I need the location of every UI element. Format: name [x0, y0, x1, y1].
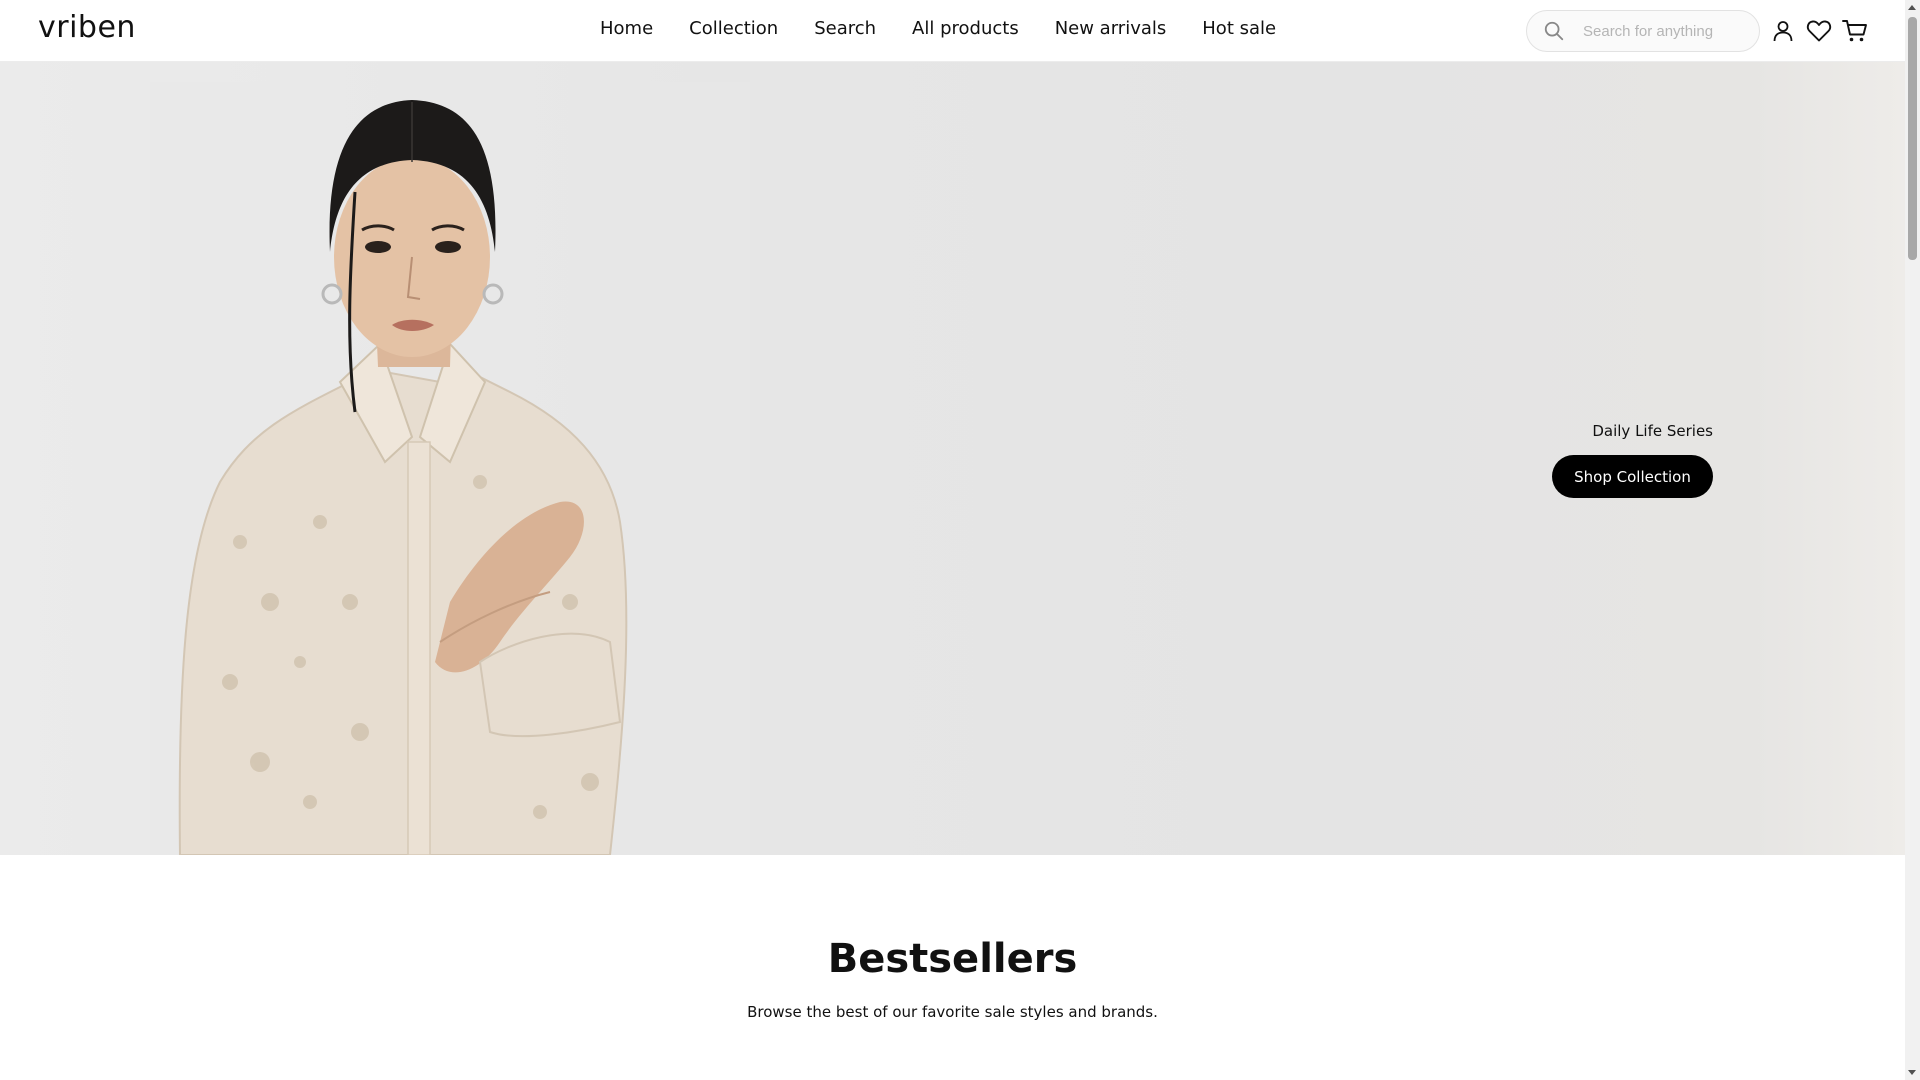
site-header: vriben Home Collection Search All produc…	[0, 0, 1905, 62]
heart-icon	[1806, 20, 1832, 42]
site-logo[interactable]: vriben	[38, 10, 136, 45]
search-icon[interactable]	[1543, 20, 1565, 42]
shop-collection-button[interactable]: Shop Collection	[1552, 455, 1713, 498]
nav-all-products[interactable]: All products	[912, 18, 1019, 39]
hero-banner: Daily Life Series Shop Collection	[0, 62, 1905, 855]
page-scrollbar[interactable]	[1905, 0, 1920, 1080]
nav-home[interactable]: Home	[600, 18, 653, 39]
main-nav: Home Collection Search All products New …	[600, 18, 1276, 39]
user-icon	[1773, 21, 1793, 42]
account-button[interactable]	[1769, 17, 1797, 45]
cart-icon	[1842, 20, 1867, 42]
nav-search[interactable]: Search	[814, 18, 876, 39]
search-input[interactable]	[1583, 16, 1743, 46]
bestsellers-subtitle: Browse the best of our favorite sale sty…	[747, 1003, 1158, 1021]
scrollbar-thumb[interactable]	[1908, 17, 1917, 260]
hero-caption: Daily Life Series	[1592, 422, 1713, 440]
nav-collection[interactable]: Collection	[689, 18, 778, 39]
bestsellers-title: Bestsellers	[827, 936, 1078, 982]
search-box	[1526, 10, 1760, 52]
wishlist-button[interactable]	[1805, 17, 1833, 45]
nav-hot-sale[interactable]: Hot sale	[1202, 18, 1276, 39]
hero-model-image	[150, 82, 750, 855]
scroll-up-arrow-icon[interactable]	[1908, 5, 1916, 10]
cart-button[interactable]	[1841, 17, 1869, 45]
scroll-down-arrow-icon[interactable]	[1908, 1070, 1916, 1075]
nav-new-arrivals[interactable]: New arrivals	[1055, 18, 1167, 39]
